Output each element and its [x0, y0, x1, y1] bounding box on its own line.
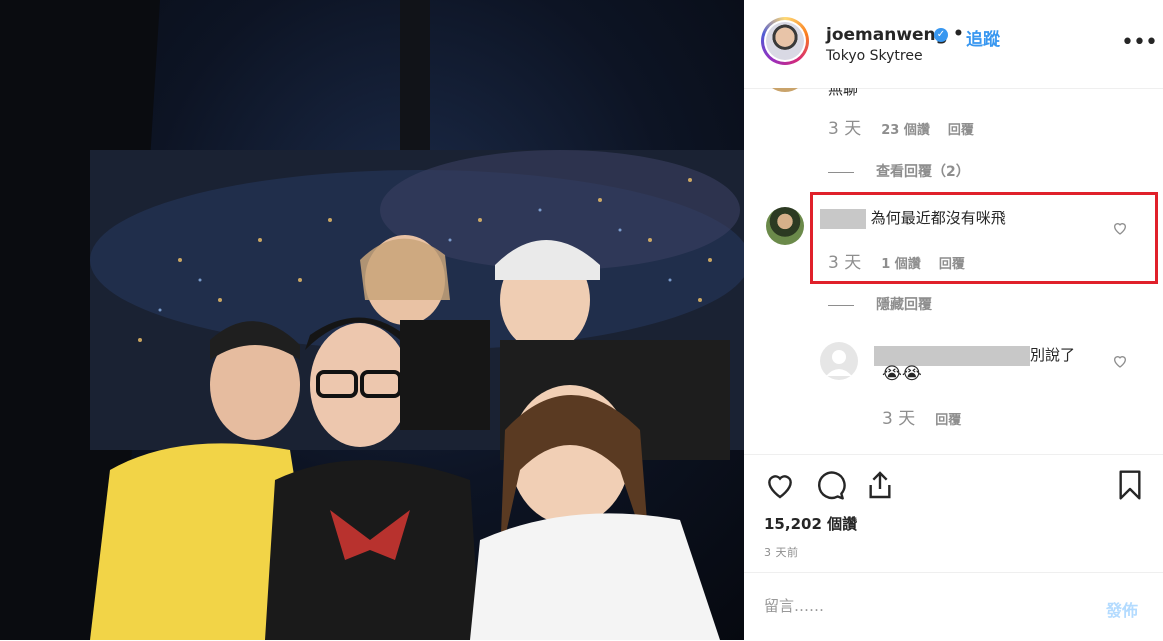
- commenter-avatar[interactable]: [820, 342, 858, 380]
- reply-button[interactable]: 回覆: [948, 123, 974, 138]
- post-photo[interactable]: [0, 0, 744, 640]
- commenter-avatar[interactable]: [766, 88, 804, 92]
- header-separator: •: [953, 24, 964, 44]
- bookmark-icon[interactable]: [1114, 469, 1146, 501]
- avatar-ring-inner: [764, 20, 806, 62]
- add-comment-bar: 發佈: [744, 572, 1163, 641]
- post-actions: 15,202 個讚 3 天前: [744, 454, 1163, 573]
- view-replies-button[interactable]: 查看回覆（2）: [828, 161, 970, 181]
- group-selfie-image: [0, 0, 744, 640]
- view-replies-label: 查看回覆（2）: [876, 164, 970, 180]
- comment-input[interactable]: [764, 597, 1064, 615]
- author-avatar[interactable]: [761, 17, 809, 65]
- share-icon[interactable]: [864, 469, 896, 501]
- default-avatar-icon: [826, 350, 852, 376]
- post-comment-button[interactable]: 發佈: [1106, 597, 1138, 621]
- comment-icon[interactable]: [814, 469, 846, 501]
- hide-replies-button[interactable]: 隱藏回覆: [828, 294, 932, 314]
- post-header: joemanweng ✓ • 追蹤 Tokyo Skytree •••: [744, 0, 1163, 89]
- comment-likes[interactable]: 23 個讚: [881, 123, 930, 138]
- verified-icon: ✓: [934, 28, 948, 42]
- heart-icon[interactable]: [1112, 353, 1128, 369]
- comment-meta: 3 天 回覆: [882, 404, 979, 429]
- author-username[interactable]: joemanweng: [826, 25, 948, 45]
- comment-meta: 3 天 23 個讚 回覆: [828, 114, 992, 139]
- redacted-username: [874, 345, 1030, 366]
- comment-text: 別說了: [1030, 346, 1076, 364]
- reply-button[interactable]: 回覆: [935, 413, 961, 428]
- comments-list[interactable]: 無聊 3 天 23 個讚 回覆 查看回覆（2） 為何最近都沒有咪飛 3 天1 個讚回…: [744, 88, 1163, 454]
- posted-time[interactable]: 3 天前: [764, 544, 799, 560]
- highlight-box: [810, 192, 1158, 284]
- hide-replies-label: 隱藏回覆: [876, 297, 932, 313]
- likes-count[interactable]: 15,202 個讚: [764, 513, 857, 534]
- follow-button[interactable]: 追蹤: [966, 25, 1000, 50]
- post-sidebar: joemanweng ✓ • 追蹤 Tokyo Skytree ••• 無聊 3…: [744, 0, 1163, 640]
- heart-icon[interactable]: [764, 469, 796, 501]
- reply-comment: 別說了: [874, 344, 1075, 366]
- replies-divider-line: [828, 304, 854, 306]
- comment-text: 無聊: [828, 88, 859, 98]
- avatar-image: [766, 22, 804, 60]
- comment-emoji: 😭😭: [882, 364, 922, 384]
- replies-divider-line: [828, 171, 854, 173]
- post-location[interactable]: Tokyo Skytree: [826, 48, 923, 64]
- commenter-avatar[interactable]: [766, 207, 804, 245]
- comment-time[interactable]: 3 天: [882, 409, 915, 429]
- comment-time[interactable]: 3 天: [828, 119, 861, 139]
- more-options-icon[interactable]: •••: [1121, 30, 1158, 55]
